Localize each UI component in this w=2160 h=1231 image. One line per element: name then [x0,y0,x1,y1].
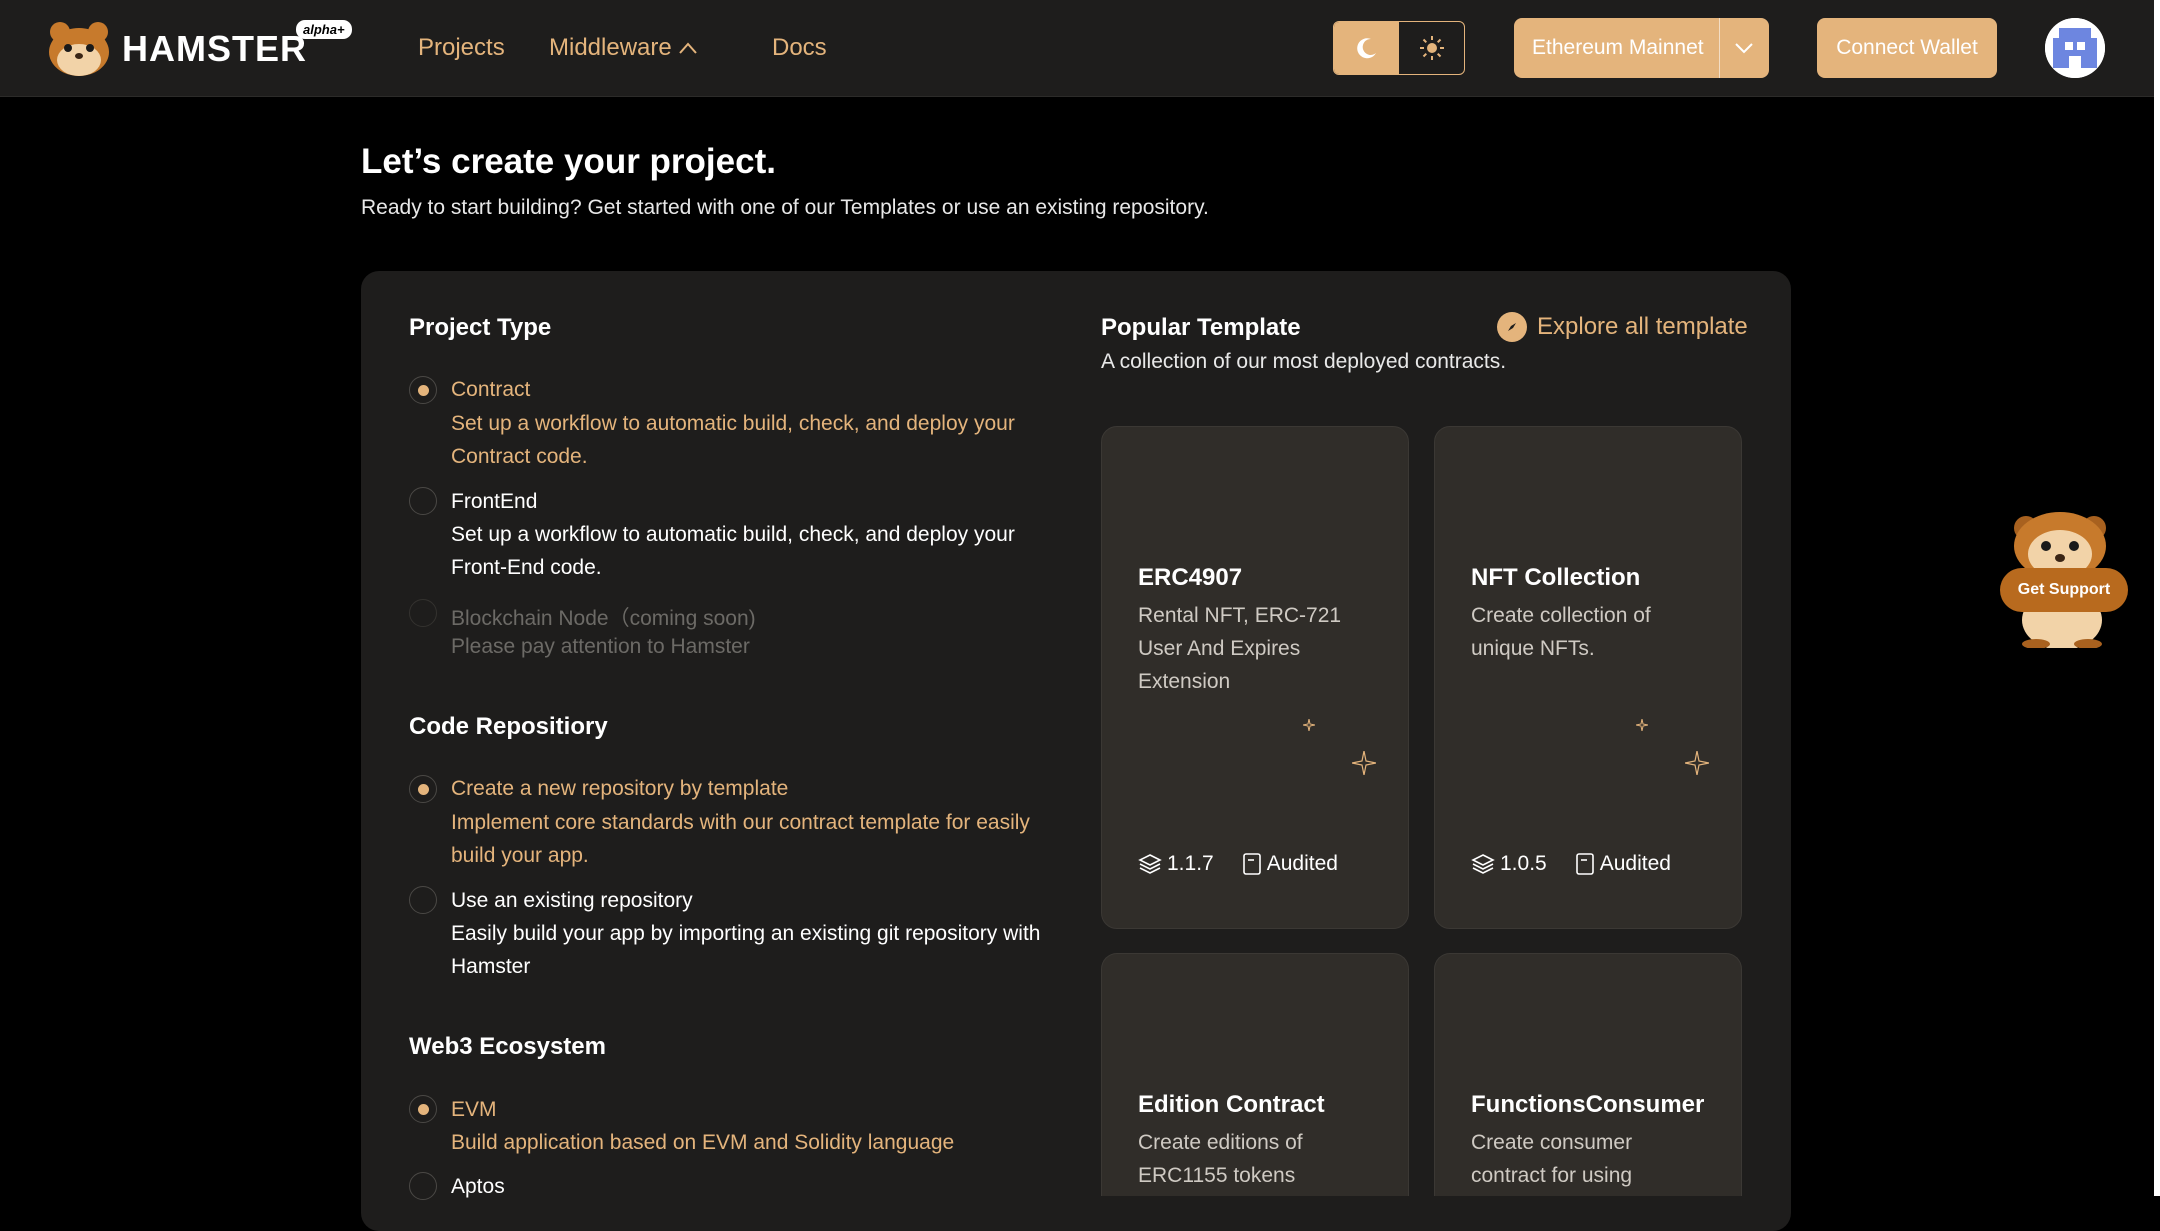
network-select[interactable]: Ethereum Mainnet [1514,18,1769,78]
dark-mode-button[interactable] [1334,22,1399,74]
project-type-title: Project Type [409,314,552,341]
option-contract-desc: Set up a workflow to automatic build, ch… [451,412,1015,468]
option-frontend-desc: Set up a workflow to automatic build, ch… [451,523,1015,579]
layers-icon [1138,854,1162,874]
template-card-name: NFT Collection [1471,564,1641,591]
layers-icon [1471,854,1495,874]
radio-blockchain-node [409,599,437,627]
nav-projects[interactable]: Projects [418,34,505,62]
document-icon [1242,853,1261,875]
nav-middleware-label: Middleware [549,34,672,61]
option-blockchain-node-desc: Please pay attention to Hamster [451,635,750,658]
popular-template-subtitle: A collection of our most deployed contra… [1101,350,1507,373]
template-audit-status: Audited [1266,852,1338,875]
hamster-logo[interactable]: HAMSTER alpha+ [46,18,352,78]
hamster-logo-icon [49,22,109,76]
popular-template-title: Popular Template [1101,314,1301,341]
sparkle-small-icon [1303,719,1315,731]
option-frontend-label[interactable]: FrontEnd [451,490,537,514]
template-card-desc: Rental NFT, ERC-721 User And Expires Ext… [1138,604,1342,693]
identicon-avatar-icon [2045,18,2105,78]
user-avatar[interactable] [2045,18,2105,78]
get-support-button[interactable]: Get Support [2000,568,2128,612]
audit-info: Audited [1242,852,1338,876]
template-card-desc: Create collection of unique NFTs. [1471,604,1651,660]
web3-ecosystem-title: Web3 Ecosystem [409,1033,606,1060]
document-icon [1575,853,1594,875]
chevron-up-icon [678,42,697,54]
page-subtitle: Ready to start building? Get started wit… [361,196,1209,219]
sparkle-large-icon [1685,751,1709,775]
nav-middleware[interactable]: Middleware [549,34,698,62]
template-card-name: FunctionsConsumer [1471,1091,1705,1118]
option-new-repository-desc: Implement core standards with our contra… [451,811,1030,867]
sparkle-large-icon [1352,751,1376,775]
option-aptos-label[interactable]: Aptos [451,1175,505,1199]
page-title: Let’s create your project. [361,142,776,181]
template-version: 1.1.7 [1167,852,1214,875]
light-mode-button[interactable] [1399,22,1464,74]
sun-icon [1419,36,1444,60]
option-existing-repository-desc: Easily build your app by importing an ex… [451,922,1041,978]
template-card-functions-consumer[interactable]: FunctionsConsumer Create consumer contra… [1434,953,1742,1196]
network-select-divider [1719,18,1720,78]
connect-wallet-button[interactable]: Connect Wallet [1817,18,1997,78]
explore-all-template-label: Explore all template [1537,313,1748,340]
option-evm-desc: Build application based on EVM and Solid… [451,1131,955,1154]
radio-new-repository[interactable] [409,775,437,803]
explore-all-template-link[interactable]: Explore all template [1497,312,1748,342]
template-card-desc: Create editions of ERC1155 tokens [1138,1131,1303,1187]
template-card-nft-collection[interactable]: NFT Collection Create collection of uniq… [1434,426,1742,929]
page-scrollbar[interactable] [2154,0,2160,1196]
top-navigation-bar: HAMSTER alpha+ Projects Middleware Docs … [0,0,2154,97]
template-card-meta: 1.0.5 Audited [1471,852,1671,876]
logo-text: HAMSTER [122,28,307,69]
template-audit-status: Audited [1599,852,1671,875]
option-blockchain-node-label: Blockchain Node（coming soon) [451,607,756,630]
version-info: 1.1.7 [1138,852,1214,876]
code-repository-title: Code Repositiory [409,713,608,740]
option-contract-label[interactable]: Contract [451,378,530,402]
theme-toggle [1333,21,1465,75]
radio-contract[interactable] [409,376,437,404]
option-new-repository-label[interactable]: Create a new repository by template [451,777,788,801]
radio-frontend[interactable] [409,487,437,515]
template-card-erc4907[interactable]: ERC4907 Rental NFT, ERC-721 User And Exp… [1101,426,1409,929]
option-evm-label[interactable]: EVM [451,1098,497,1122]
radio-existing-repository[interactable] [409,886,437,914]
template-card-name: Edition Contract [1138,1091,1325,1118]
template-version: 1.0.5 [1500,852,1547,875]
radio-evm[interactable] [409,1095,437,1123]
sparkle-small-icon [1636,719,1648,731]
version-info: 1.0.5 [1471,852,1547,876]
template-card-meta: 1.1.7 Audited [1138,852,1338,876]
chevron-down-icon [1735,43,1753,54]
template-card-desc: Create consumer contract for using [1471,1131,1633,1187]
network-select-value: Ethereum Mainnet [1532,36,1704,59]
template-card-edition-contract[interactable]: Edition Contract Create editions of ERC1… [1101,953,1409,1196]
audit-info: Audited [1575,852,1671,876]
moon-icon [1356,38,1376,59]
nav-docs[interactable]: Docs [772,34,827,62]
option-existing-repository-label[interactable]: Use an existing repository [451,889,693,913]
alpha-badge: alpha+ [296,20,352,39]
compass-icon [1497,312,1527,342]
template-card-name: ERC4907 [1138,564,1243,591]
